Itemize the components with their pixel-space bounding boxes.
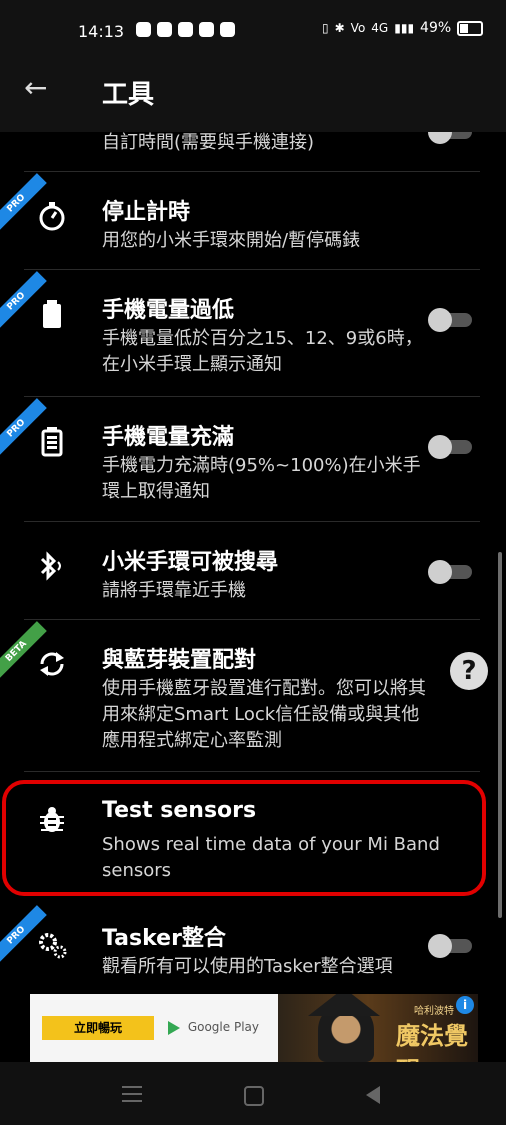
toggle-thumb: [428, 132, 452, 144]
list-item-tasker[interactable]: PRO Tasker整合 觀看所有可以使用的Tasker整合選項: [0, 904, 490, 994]
toggle-thumb: [428, 934, 452, 958]
google-play-icon: [168, 1020, 180, 1035]
toggle-thumb: [428, 435, 452, 459]
row-subtitle: 請將手環靠近手機: [102, 580, 246, 601]
ad-game-series: 哈利波特: [414, 1006, 454, 1017]
row-subtitle: 觀看所有可以使用的Tasker整合選項: [102, 956, 393, 977]
ad-banner[interactable]: 立即暢玩 Google Play 哈利波特 魔法覺醒 i: [30, 994, 478, 1062]
ad-cta-button[interactable]: 立即暢玩: [42, 1016, 154, 1040]
row-title: Tasker整合: [102, 926, 226, 951]
battery-low-icon: [36, 298, 68, 330]
status-bar: 14:13 ▯ ✱ Vo 4G ▮▮▮ 49%: [0, 0, 506, 58]
discord-icon: [157, 22, 172, 37]
battery-full-icon: [36, 425, 68, 457]
line-icon: [136, 22, 151, 37]
divider: [24, 771, 480, 772]
google-play-badge[interactable]: Google Play: [168, 1020, 259, 1035]
row-subtitle: 自訂時間(需要與手機連接): [102, 132, 315, 153]
help-icon[interactable]: ?: [450, 652, 488, 690]
battery-icon: [457, 20, 484, 36]
toggle-switch[interactable]: [428, 132, 474, 144]
arrow-left-icon[interactable]: ←: [24, 72, 56, 104]
row-subtitle: 使用手機藍牙設置進行配對。您可以將其用來綁定Smart Lock信任設備或與其他…: [102, 678, 426, 751]
list-item-battery-full[interactable]: PRO 手機電量充滿 手機電力充滿時(95%~100%)在小米手環上取得通知: [0, 397, 490, 522]
toggle-switch[interactable]: [428, 560, 474, 584]
volte-icon: Vo: [350, 21, 366, 35]
home-icon[interactable]: [244, 1086, 264, 1106]
list-item-discoverable[interactable]: 小米手環可被搜尋 請將手環靠近手機: [0, 522, 490, 620]
row-subtitle: 用您的小米手環來開始/暫停碼錶: [102, 230, 361, 251]
system-icons: ▯ ✱ Vo 4G ▮▮▮ 49%: [322, 20, 484, 36]
row-subtitle: 手機電力充滿時(95%~100%)在小米手環上取得通知: [102, 455, 421, 502]
toggle-thumb: [428, 308, 452, 332]
hat-shape: [308, 994, 380, 1016]
bluetooth-icon: ✱: [334, 21, 345, 35]
list-item[interactable]: 自訂時間(需要與手機連接): [0, 132, 490, 172]
stopwatch-icon: [36, 200, 68, 232]
list-item-pair[interactable]: BETA 與藍芽裝置配對 使用手機藍牙設置進行配對。您可以將其用來綁定Smart…: [0, 620, 490, 772]
ad-info-icon[interactable]: i: [456, 996, 474, 1014]
ad-artwork[interactable]: 哈利波特 魔法覺醒: [278, 994, 478, 1062]
toggle-switch[interactable]: [428, 934, 474, 958]
vibrate-icon: ▯: [322, 21, 329, 35]
row-title: 手機電量充滿: [102, 425, 235, 450]
battery-percent: 49%: [420, 20, 452, 36]
row-subtitle: 手機電量低於百分之15、12、9或6時，在小米手環上顯示通知: [102, 328, 423, 375]
signal-icon: ▮▮▮: [394, 21, 415, 35]
bluetooth-audio-icon: [36, 550, 68, 582]
back-triangle-icon[interactable]: [366, 1086, 380, 1104]
row-title: 手機電量過低: [102, 298, 235, 323]
highlight-frame: [2, 780, 486, 896]
row-title: 與藍芽裝置配對: [102, 648, 257, 673]
app-bar: ← 工具: [0, 58, 506, 132]
messenger-icon: [178, 22, 193, 37]
notification-icons: [136, 22, 235, 37]
network-label: 4G: [371, 21, 389, 35]
list-item-battery-low[interactable]: PRO 手機電量過低 手機電量低於百分之15、12、9或6時，在小米手環上顯示通…: [0, 270, 490, 397]
gears-icon: [36, 928, 68, 960]
row-title: 小米手環可被搜尋: [102, 550, 279, 575]
recent-apps-icon[interactable]: [122, 1086, 142, 1102]
ad-game-title: 魔法覺醒: [396, 1021, 468, 1062]
system-navigation-bar: [0, 1062, 506, 1125]
status-time: 14:13: [78, 22, 125, 41]
toggle-thumb: [428, 560, 452, 584]
page-title: 工具: [102, 80, 155, 110]
toggle-switch[interactable]: [428, 308, 474, 332]
mail-icon: [220, 22, 235, 37]
toggle-switch[interactable]: [428, 435, 474, 459]
sync-icon: [36, 648, 68, 680]
scrollbar[interactable]: [498, 552, 502, 918]
list-item-stopwatch[interactable]: PRO 停止計時 用您的小米手環來開始/暫停碼錶: [0, 172, 490, 270]
row-title: 停止計時: [102, 200, 191, 225]
facebook-icon: [199, 22, 214, 37]
google-play-label: Google Play: [187, 1020, 259, 1034]
